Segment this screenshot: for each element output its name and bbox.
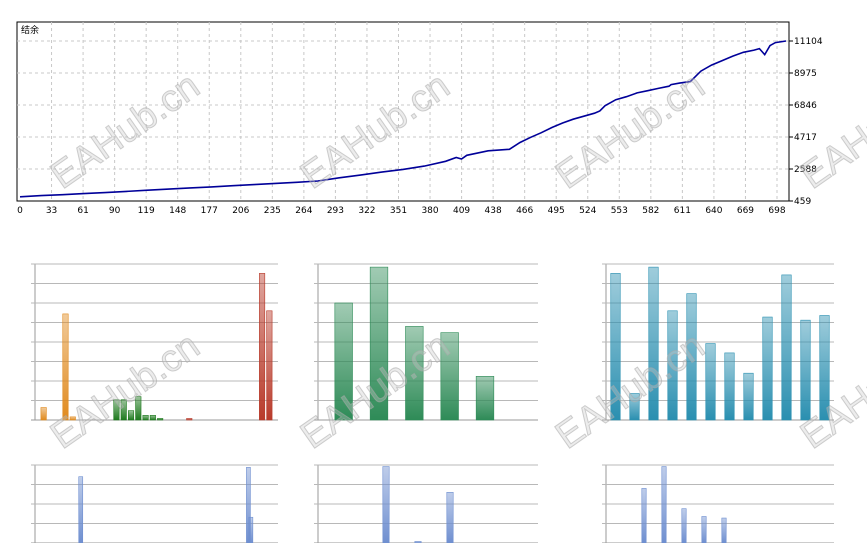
x-tick-label: 33: [46, 206, 57, 216]
bar: [62, 313, 69, 421]
bar: [149, 415, 156, 421]
x-tick-label: 669: [737, 206, 754, 216]
x-tick-label: 177: [201, 206, 218, 216]
x-tick-label: 322: [358, 206, 375, 216]
plot-frame: [16, 21, 790, 202]
bar: [762, 316, 773, 421]
x-tick-label: 206: [232, 206, 249, 216]
bar: [705, 343, 716, 421]
hist-panel-6: [576, 440, 867, 544]
x-tick-label: 553: [611, 206, 628, 216]
x-tick-label: 409: [453, 206, 470, 216]
x-tick-label: 438: [485, 206, 502, 216]
histogram-4: [31, 464, 278, 544]
y-tick-label: 6846: [794, 101, 817, 111]
bar: [648, 266, 659, 421]
x-tick-label: 495: [548, 206, 565, 216]
x-tick-label: 0: [17, 206, 23, 216]
hist-panel-4: [0, 440, 285, 544]
bar: [781, 274, 792, 421]
bar: [743, 372, 754, 421]
bar: [446, 491, 454, 544]
balance-chart-panel: 0 33 61 90 119 148 177 206 235 264 293 322 351 380 409…: [0, 0, 867, 222]
bar: [127, 410, 135, 421]
x-tick-label: 148: [169, 206, 186, 216]
y-tick-label: 2588: [794, 165, 817, 175]
bar: [69, 416, 76, 421]
bar: [661, 466, 667, 544]
bar: [440, 332, 459, 421]
x-tick-label: 582: [642, 206, 659, 216]
histogram-1: [31, 263, 278, 421]
x-tick-label: 466: [516, 206, 533, 216]
bar: [248, 516, 254, 544]
x-tick-label: 524: [579, 206, 596, 216]
bar: [186, 418, 193, 421]
bar: [78, 476, 84, 544]
bar: [819, 315, 830, 421]
bar: [405, 326, 424, 421]
bar: [157, 418, 164, 421]
chart-title: 结余: [21, 24, 39, 36]
x-tick-label: 293: [327, 206, 344, 216]
bar: [721, 517, 727, 544]
bar: [629, 393, 640, 421]
x-tick-label: 61: [77, 206, 88, 216]
x-tick-label: 611: [674, 206, 691, 216]
x-tick-label: 90: [109, 206, 121, 216]
x-tick-label: 351: [390, 206, 407, 216]
hist-panel-2: [288, 238, 573, 430]
bar: [113, 399, 120, 421]
bar: [475, 376, 495, 421]
histogram-6: [602, 464, 834, 544]
bar: [369, 266, 389, 421]
x-tick-label: 698: [768, 206, 785, 216]
bar: [135, 396, 142, 421]
y-tick-label: 11104: [794, 37, 823, 47]
hist-panel-3: [576, 238, 867, 430]
bar: [40, 407, 47, 421]
y-tick-label: 459: [794, 197, 811, 207]
x-tick-label: 235: [264, 206, 281, 216]
bar: [800, 319, 811, 421]
bar: [681, 508, 687, 544]
y-tick-label: 8975: [794, 69, 817, 79]
x-tick-label: 380: [421, 206, 438, 216]
bar: [259, 273, 266, 421]
balance-chart: 0 33 61 90 119 148 177 206 235 264 293 322 351 380 409…: [16, 21, 823, 216]
x-tick-label: 264: [295, 206, 312, 216]
histogram-5: [314, 464, 538, 544]
bar: [686, 293, 697, 421]
bar: [724, 352, 735, 421]
bar: [610, 273, 621, 421]
bar: [266, 310, 273, 421]
hist-panel-1: [0, 238, 285, 430]
bar: [667, 310, 678, 421]
hist-panel-5: [288, 440, 573, 544]
bar: [120, 399, 127, 421]
histogram-3: [602, 263, 834, 421]
bar: [142, 415, 149, 421]
bar: [701, 516, 707, 544]
x-tick-label: 640: [705, 206, 722, 216]
x-tick-label: 119: [138, 206, 155, 216]
bar: [334, 302, 353, 421]
histogram-2: [314, 263, 538, 421]
bar: [641, 488, 647, 544]
bar: [382, 466, 390, 544]
y-tick-label: 4717: [794, 133, 817, 143]
